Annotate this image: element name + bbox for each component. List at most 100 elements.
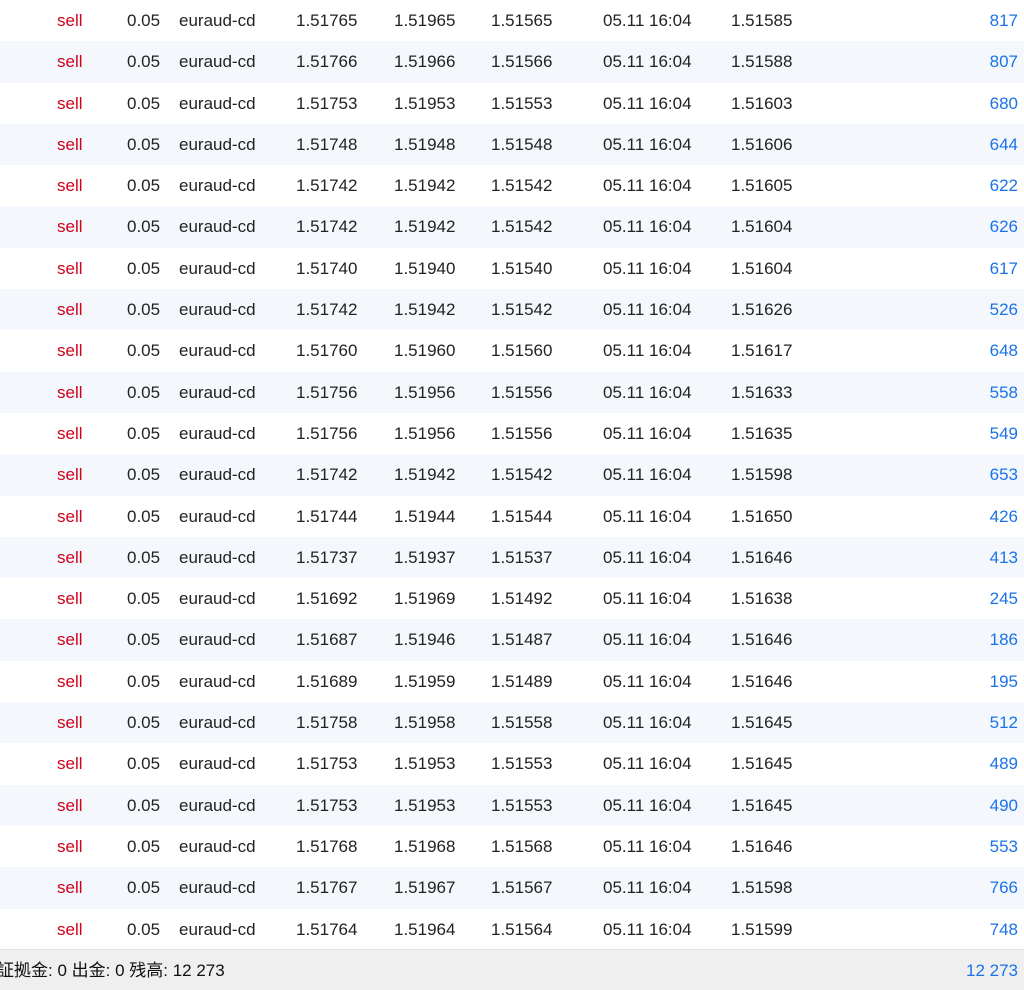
open-price: 1.51765 <box>296 11 358 30</box>
order-type: sell <box>57 465 83 485</box>
open-price: 1.51766 <box>296 52 358 72</box>
take-profit: 1.51568 <box>491 836 553 856</box>
symbol: euraud-cd <box>179 630 256 650</box>
order-type: sell <box>57 341 83 361</box>
profit: 553 <box>989 836 1018 856</box>
table-row[interactable]: sell 0.05 euraud-cd 1.51689 1.51959 1.51… <box>0 661 1024 702</box>
table-row[interactable]: sell 0.05 euraud-cd 1.51764 1.51964 1.51… <box>0 909 1024 950</box>
open-time: 05.11 16:04 <box>603 589 692 609</box>
table-row[interactable]: sell 0.05 euraud-cd 1.51737 1.51937 1.51… <box>0 536 1024 579</box>
table-row[interactable]: sell 0.05 euraud-cd 1.51740 1.51940 1.51… <box>0 248 1024 289</box>
profit: 766 <box>989 878 1018 898</box>
current-price: 1.51646 <box>731 547 793 567</box>
table-row[interactable]: sell 0.05 euraud-cd 1.51687 1.51946 1.51… <box>0 619 1024 661</box>
stop-loss: 1.51942 <box>394 217 456 237</box>
table-row[interactable]: sell 0.05 euraud-cd 1.51768 1.51968 1.51… <box>0 826 1024 867</box>
open-price: 1.51748 <box>296 134 358 154</box>
total-profit: 12 273 <box>966 961 1018 980</box>
profit: 558 <box>989 382 1018 402</box>
symbol: euraud-cd <box>179 589 256 609</box>
volume: 0.05 <box>127 547 161 567</box>
table-row[interactable]: sell 0.05 euraud-cd 1.51742 1.51942 1.51… <box>0 289 1024 331</box>
table-row[interactable]: sell 0.05 euraud-cd 1.51742 1.51942 1.51… <box>0 454 1024 496</box>
volume: 0.05 <box>127 795 161 815</box>
open-price: 1.51689 <box>296 671 358 691</box>
open-time: 05.11 16:04 <box>603 878 692 898</box>
table-row[interactable]: sell 0.05 euraud-cd 1.51760 1.51960 1.51… <box>0 330 1024 371</box>
table-row[interactable]: sell 0.05 euraud-cd 1.51767 1.51967 1.51… <box>0 867 1024 909</box>
stop-loss: 1.51958 <box>394 713 456 733</box>
stop-loss: 1.51953 <box>394 754 456 774</box>
current-price: 1.51638 <box>731 589 793 609</box>
table-row[interactable]: sell 0.05 euraud-cd 1.51766 1.51966 1.51… <box>0 41 1024 83</box>
take-profit: 1.51489 <box>491 671 553 691</box>
open-time: 05.11 16:04 <box>603 176 692 196</box>
order-type: sell <box>57 878 83 898</box>
table-row[interactable]: sell 0.05 euraud-cd 1.51742 1.51942 1.51… <box>0 165 1024 206</box>
symbol: euraud-cd <box>179 93 256 113</box>
open-price: 1.51740 <box>296 258 358 278</box>
profit: 526 <box>989 300 1018 320</box>
stop-loss: 1.51953 <box>394 93 456 113</box>
account-summary-bar: 証拠金: 0 出金: 0 残高: 12 273 12 273 <box>0 949 1024 990</box>
take-profit: 1.51560 <box>491 341 553 361</box>
open-time: 05.11 16:04 <box>603 713 692 733</box>
volume: 0.05 <box>127 589 161 609</box>
order-type: sell <box>57 382 83 402</box>
take-profit: 1.51542 <box>491 176 553 196</box>
open-price: 1.51687 <box>296 630 358 650</box>
order-type: sell <box>57 423 83 443</box>
take-profit: 1.51565 <box>491 11 553 30</box>
current-price: 1.51598 <box>731 878 793 898</box>
volume: 0.05 <box>127 134 161 154</box>
current-price: 1.51626 <box>731 300 793 320</box>
table-row[interactable]: sell 0.05 euraud-cd 1.51758 1.51958 1.51… <box>0 702 1024 744</box>
open-time: 05.11 16:04 <box>603 93 692 113</box>
open-price: 1.51767 <box>296 878 358 898</box>
open-time: 05.11 16:04 <box>603 382 692 402</box>
take-profit: 1.51542 <box>491 217 553 237</box>
current-price: 1.51585 <box>731 11 793 30</box>
symbol: euraud-cd <box>179 547 256 567</box>
open-time: 05.11 16:04 <box>603 671 692 691</box>
open-time: 05.11 16:04 <box>603 506 692 526</box>
take-profit: 1.51556 <box>491 382 553 402</box>
table-row[interactable]: sell 0.05 euraud-cd 1.51753 1.51953 1.51… <box>0 83 1024 124</box>
table-row[interactable]: sell 0.05 euraud-cd 1.51756 1.51956 1.51… <box>0 371 1024 413</box>
order-type: sell <box>57 52 83 72</box>
take-profit: 1.51548 <box>491 134 553 154</box>
current-price: 1.51605 <box>731 176 793 196</box>
take-profit: 1.51566 <box>491 52 553 72</box>
volume: 0.05 <box>127 713 161 733</box>
order-type: sell <box>57 836 83 856</box>
take-profit: 1.51487 <box>491 630 553 650</box>
symbol: euraud-cd <box>179 176 256 196</box>
volume: 0.05 <box>127 836 161 856</box>
volume: 0.05 <box>127 52 161 72</box>
table-row[interactable]: sell 0.05 euraud-cd 1.51753 1.51953 1.51… <box>0 784 1024 826</box>
table-row[interactable]: sell 0.05 euraud-cd 1.51748 1.51948 1.51… <box>0 123 1024 166</box>
current-price: 1.51635 <box>731 423 793 443</box>
order-type: sell <box>57 300 83 320</box>
profit: 195 <box>989 671 1018 691</box>
open-price: 1.51742 <box>296 465 358 485</box>
take-profit: 1.51553 <box>491 754 553 774</box>
table-row[interactable]: sell 0.05 euraud-cd 1.51756 1.51956 1.51… <box>0 413 1024 454</box>
order-type: sell <box>57 589 83 609</box>
open-price: 1.51742 <box>296 176 358 196</box>
current-price: 1.51646 <box>731 630 793 650</box>
current-price: 1.51645 <box>731 754 793 774</box>
current-price: 1.51645 <box>731 795 793 815</box>
open-time: 05.11 16:04 <box>603 341 692 361</box>
table-row[interactable]: sell 0.05 euraud-cd 1.51692 1.51969 1.51… <box>0 578 1024 619</box>
volume: 0.05 <box>127 506 161 526</box>
table-row[interactable]: sell 0.05 euraud-cd 1.51742 1.51942 1.51… <box>0 206 1024 248</box>
volume: 0.05 <box>127 878 161 898</box>
stop-loss: 1.51964 <box>394 919 456 939</box>
table-row[interactable]: sell 0.05 euraud-cd 1.51765 1.51965 1.51… <box>0 0 1024 41</box>
profit: 512 <box>989 713 1018 733</box>
table-row[interactable]: sell 0.05 euraud-cd 1.51753 1.51953 1.51… <box>0 743 1024 784</box>
open-time: 05.11 16:04 <box>603 217 692 237</box>
table-row[interactable]: sell 0.05 euraud-cd 1.51744 1.51944 1.51… <box>0 496 1024 537</box>
volume: 0.05 <box>127 423 161 443</box>
